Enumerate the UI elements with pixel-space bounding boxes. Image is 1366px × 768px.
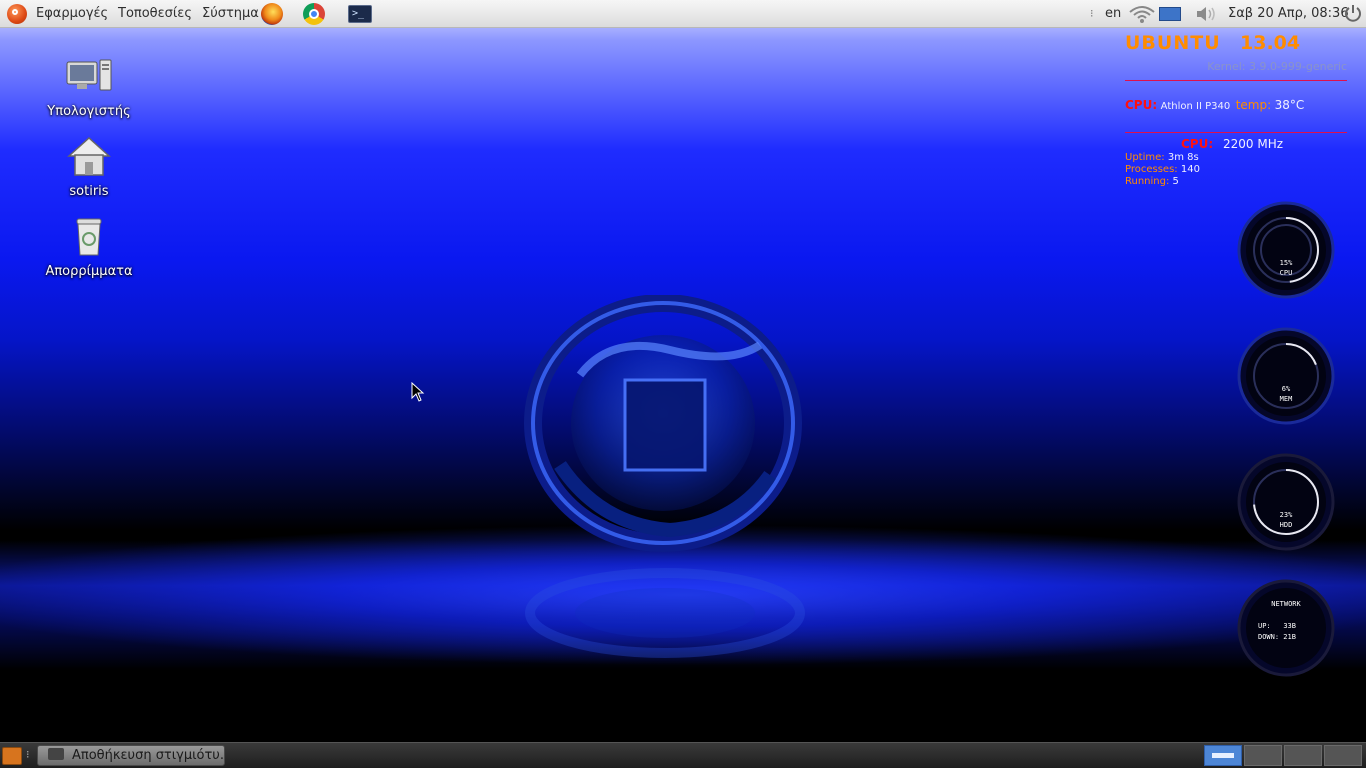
screenshot-app-icon: [48, 748, 64, 760]
top-panel: Εφαρμογές Τοποθεσίες Σύστημα >_ ⁝ en Σαβ…: [0, 0, 1366, 28]
home-folder-icon: [34, 136, 144, 180]
ring-label: HDD: [1279, 521, 1293, 529]
ring-gauge: [1237, 201, 1335, 299]
desktop-icon-trash[interactable]: Απορρίμματα: [34, 216, 144, 279]
mouse-cursor-icon: [411, 381, 425, 406]
ring-label: MEM: [1279, 395, 1293, 403]
conky-uptime-label: Uptime:: [1125, 152, 1165, 163]
conky-processes-value: 140: [1180, 164, 1200, 175]
network-up-label: UP:: [1258, 622, 1271, 630]
network-up-value: 33B: [1283, 622, 1296, 630]
network-down-row: DOWN: 21B: [1258, 633, 1328, 641]
wifi-icon[interactable]: [1128, 4, 1156, 28]
taskbar-window-title: Αποθήκευση στιγμιότυ...: [72, 748, 225, 763]
show-desktop-button[interactable]: [2, 747, 22, 765]
desktop-icon-label: Απορρίμματα: [45, 264, 133, 279]
workspace-4[interactable]: [1324, 745, 1362, 766]
bottom-panel: ⁝ Αποθήκευση στιγμιότυ...: [0, 742, 1366, 768]
mem-usage-ring: 6% MEM: [1236, 326, 1336, 426]
conky-processes-row: Processes: 140: [1125, 164, 1200, 175]
ring-label: CPU: [1279, 269, 1293, 277]
places-menu[interactable]: Τοποθεσίες: [118, 0, 192, 28]
ring-value: 6%: [1281, 385, 1291, 393]
terminal-launcher-icon[interactable]: >_: [348, 5, 372, 23]
conky-cpu-label: CPU:: [1125, 98, 1158, 112]
conky-temp-label: temp:: [1235, 98, 1272, 112]
conky-temp-value: 38°C: [1274, 98, 1305, 112]
network-up-row: UP: 33B: [1258, 622, 1328, 630]
network-down-value: 21B: [1283, 633, 1296, 641]
desktop-icon-home[interactable]: sotiris: [34, 136, 144, 199]
panel-handle-icon[interactable]: ⁝: [26, 748, 30, 761]
conky-running-value: 5: [1172, 176, 1179, 187]
network-title: NETWORK: [1271, 600, 1301, 608]
conky-system-monitor: UBUNTU 13.04 Kernel: 3.9.0-999-generic C…: [1125, 30, 1347, 200]
conky-distro: UBUNTU: [1125, 32, 1221, 54]
workspace-1[interactable]: [1204, 745, 1242, 766]
keyboard-layout-indicator[interactable]: en: [1105, 0, 1121, 28]
hdd-usage-ring: 23% HDD: [1236, 452, 1336, 552]
workspace-3[interactable]: [1284, 745, 1322, 766]
ring-gauge: [1237, 327, 1335, 425]
cpu-usage-ring: 15% CPU: [1236, 200, 1336, 300]
chrome-launcher-icon[interactable]: [303, 3, 325, 25]
workspace-window-thumb: [1212, 753, 1234, 758]
conky-version: 13.04: [1240, 32, 1301, 54]
conky-cpu-row: CPU: Athlon II P340 temp: 38°C: [1125, 98, 1347, 112]
conky-processes-label: Processes:: [1125, 164, 1178, 175]
ubuntu-logo-icon[interactable]: [7, 4, 27, 24]
volume-icon[interactable]: [1195, 5, 1217, 27]
conky-freq-value: 2200 MHz: [1222, 137, 1284, 151]
conky-running-row: Running: 5: [1125, 176, 1179, 187]
workspace-2[interactable]: [1244, 745, 1282, 766]
desktop-icon-computer[interactable]: Υπολογιστής: [34, 56, 144, 119]
conky-freq-row: CPU: 2200 MHz: [1181, 137, 1283, 151]
conky-uptime-row: Uptime: 3m 8s: [1125, 152, 1199, 163]
conky-cpu-model: Athlon II P340: [1160, 101, 1231, 112]
trash-icon: [34, 216, 144, 260]
conky-running-label: Running:: [1125, 176, 1170, 187]
ring-value: 23%: [1279, 511, 1293, 519]
taskbar-window-button[interactable]: Αποθήκευση στιγμιότυ...: [37, 745, 225, 766]
firefox-launcher-icon[interactable]: [261, 3, 283, 25]
conky-divider: [1125, 132, 1347, 133]
wallpaper-logo: [520, 295, 810, 665]
computer-icon: [34, 56, 144, 100]
conky-divider: [1125, 80, 1347, 81]
battery-icon[interactable]: [1159, 7, 1181, 21]
ring-value: 15%: [1279, 259, 1293, 267]
power-icon[interactable]: [1344, 4, 1362, 26]
applications-menu[interactable]: Εφαρμογές: [36, 0, 108, 28]
network-down-label: DOWN:: [1258, 633, 1280, 641]
conky-uptime-value: 3m 8s: [1167, 152, 1199, 163]
conky-kernel: Kernel: 3.9.0-999-generic: [1207, 60, 1347, 73]
network-ring: NETWORK UP: 33B DOWN: 21B: [1236, 578, 1336, 678]
conky-freq-label: CPU:: [1181, 137, 1214, 151]
desktop-icon-label: sotiris: [69, 184, 109, 199]
desktop-icon-label: Υπολογιστής: [47, 104, 131, 119]
tray-handle-icon[interactable]: ⁝: [1090, 7, 1094, 20]
system-menu[interactable]: Σύστημα: [202, 0, 259, 28]
clock[interactable]: Σαβ 20 Απρ, 08:36: [1228, 0, 1349, 28]
ring-gauge: [1237, 453, 1335, 551]
